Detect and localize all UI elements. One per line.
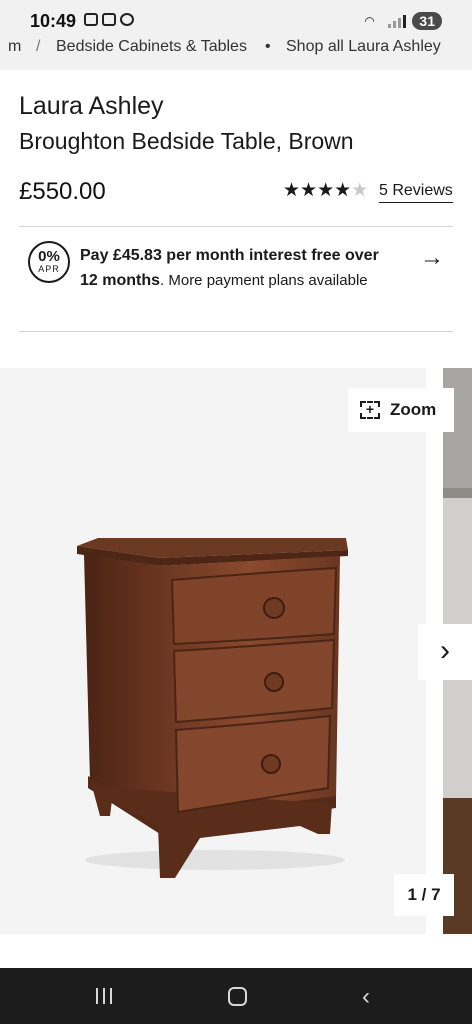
notification-icons [84,13,134,26]
zoom-label: Zoom [390,400,437,419]
signal-icon [388,14,407,28]
bedside-table-image [77,538,348,878]
star-filled-icon: ★ [283,180,301,201]
star-empty-icon: ★ [351,180,369,201]
breadcrumb-shop-all[interactable]: Shop all Laura Ashley [286,38,441,56]
star-filled-icon: ★ [300,180,318,201]
star-filled-icon: ★ [334,180,352,201]
system-nav-bar: ‹ [0,968,472,1024]
chevron-right-icon: › [440,634,450,667]
battery-indicator: 31 [412,12,442,30]
zoom-button[interactable]: + Zoom [348,388,454,432]
product-price: £550.00 [19,178,106,205]
finance-more-plans: . More payment plans available [160,272,368,289]
breadcrumb-separator: / [36,38,41,55]
breadcrumb-category[interactable]: Bedside Cabinets & Tables [56,38,247,56]
divider [19,226,453,227]
star-filled-icon: ★ [317,180,335,201]
apr-badge-percent: 0% [38,248,60,265]
arrow-right-icon[interactable]: → [420,244,444,272]
next-image-button[interactable]: › [418,624,472,680]
screenshot-icon [84,13,98,26]
product-image-gallery[interactable] [0,368,426,934]
back-icon[interactable]: ‹ [362,983,370,1011]
breadcrumb-separator: • [265,38,271,55]
system-icons: ◠ 31 [364,12,442,30]
zoom-icon: + [360,401,380,419]
apr-badge: 0% APR [28,241,70,283]
mail-icon [102,13,116,26]
product-brand[interactable]: Laura Ashley [19,92,164,121]
apr-badge-label: APR [38,264,60,274]
recent-apps-icon[interactable] [96,988,112,1004]
wifi-icon: ◠ [364,14,375,28]
rating-stars: ★ ★ ★ ★ ★ [283,181,368,201]
breadcrumb: m / Bedside Cabinets & Tables • Shop all… [0,34,472,70]
status-time: 10:49 [30,11,77,31]
image-counter: 1 / 7 [394,874,454,916]
breadcrumb-prev[interactable]: m [8,38,21,56]
home-icon[interactable] [228,987,247,1006]
divider [19,331,453,332]
chat-icon [120,13,134,26]
finance-message[interactable]: Pay £45.83 per month interest free over … [80,243,400,293]
reviews-link[interactable]: 5 Reviews [379,182,453,203]
product-title: Broughton Bedside Table, Brown [19,128,354,154]
